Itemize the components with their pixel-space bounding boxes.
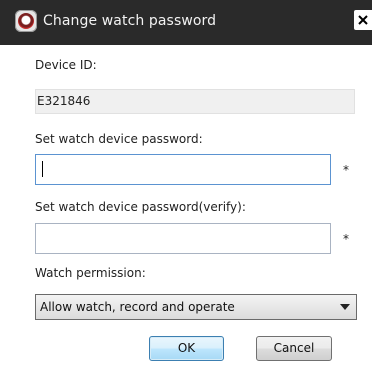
- close-button[interactable]: [354, 10, 372, 30]
- window-title: Change watch password: [43, 13, 217, 29]
- ok-button[interactable]: OK: [149, 336, 224, 361]
- text-caret: [42, 161, 43, 177]
- password-verify-label: Set watch device password(verify):: [35, 200, 246, 214]
- title-bar: Change watch password: [0, 0, 372, 45]
- password-input[interactable]: [35, 154, 331, 185]
- permission-select[interactable]: Allow watch, record and operate: [35, 294, 357, 320]
- cancel-button[interactable]: Cancel: [256, 336, 332, 361]
- device-id-label: Device ID:: [35, 58, 97, 72]
- required-marker-verify: *: [343, 232, 349, 246]
- password-label: Set watch device password:: [35, 132, 203, 146]
- change-watch-password-dialog: Change watch password Device ID: E321846…: [0, 0, 372, 366]
- close-icon: [358, 15, 368, 25]
- device-id-value: E321846: [35, 89, 355, 114]
- permission-selected-value: Allow watch, record and operate: [40, 300, 235, 314]
- permission-label: Watch permission:: [35, 266, 146, 280]
- app-logo-icon: [15, 10, 37, 32]
- dropdown-arrow-icon: [340, 304, 350, 310]
- required-marker-password: *: [343, 163, 349, 177]
- password-verify-input[interactable]: [35, 223, 331, 254]
